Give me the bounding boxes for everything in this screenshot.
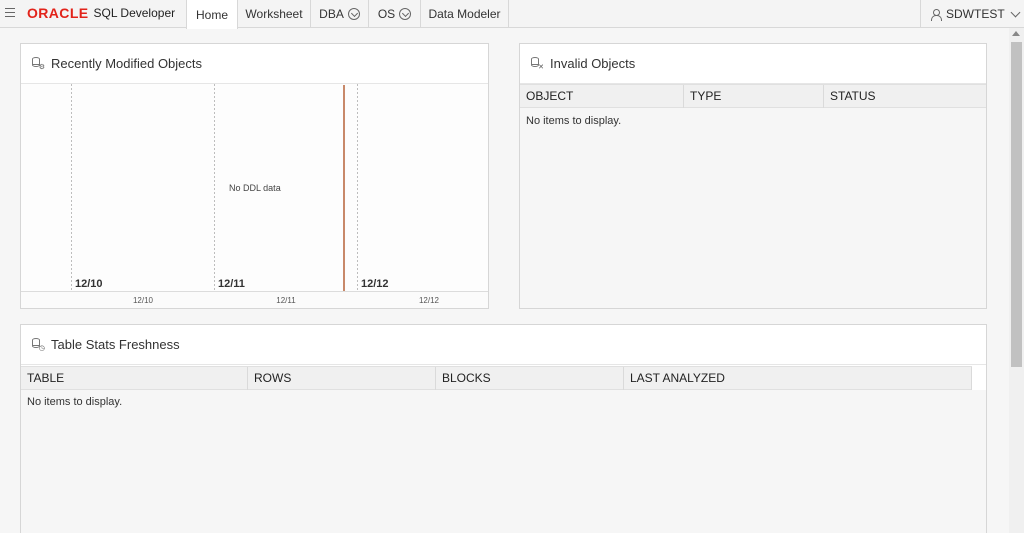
day-label: 12/10 — [75, 278, 103, 290]
column-header-type[interactable]: TYPE — [684, 85, 824, 108]
user-name: SDWTEST — [946, 7, 1005, 21]
day-label: 12/11 — [218, 278, 245, 290]
invalid-objects-table-header: OBJECT TYPE STATUS — [520, 84, 986, 108]
ddl-timeline-svg: No DDL data 12/10 12/11 12/12 12/10 12/1… — [21, 84, 488, 308]
tab-home-label: Home — [195, 7, 228, 22]
page-scrollbar[interactable] — [1009, 28, 1024, 533]
tab-data-modeler-label: Data Modeler — [428, 7, 501, 21]
invalid-objects-table-body: No items to display. — [520, 108, 986, 308]
panel-header: ⚙ Recently Modified Objects — [21, 44, 488, 84]
column-header-label: TYPE — [690, 89, 722, 103]
scroll-up-arrow-icon[interactable] — [1012, 31, 1020, 36]
database-icon: ✕ — [531, 57, 544, 71]
product-name: SQL Developer — [93, 6, 176, 20]
table-stats-freshness-panel: ◷ Table Stats Freshness TABLE ROWS BLOCK… — [20, 324, 987, 533]
column-header-label: ROWS — [254, 371, 292, 385]
axis-tick-label: 12/11 — [276, 296, 296, 305]
column-header-blocks[interactable]: BLOCKS — [436, 367, 624, 390]
column-header-label: OBJECT — [526, 89, 574, 103]
user-icon — [930, 8, 942, 21]
brand-name: ORACLE — [27, 5, 89, 21]
column-header-last-analyzed[interactable]: LAST ANALYZED — [624, 367, 972, 390]
tab-worksheet[interactable]: Worksheet — [238, 0, 311, 28]
tab-dba[interactable]: DBA — [311, 0, 369, 28]
menu-icon[interactable] — [5, 8, 15, 17]
tab-os[interactable]: OS — [369, 0, 421, 28]
panel-title: Table Stats Freshness — [51, 337, 180, 352]
panel-title: Invalid Objects — [550, 56, 636, 71]
column-header-label: LAST ANALYZED — [630, 371, 725, 385]
table-stats-table-header: TABLE ROWS BLOCKS LAST ANALYZED — [21, 366, 972, 390]
chevron-down-icon — [399, 8, 412, 20]
database-icon: ⚙ — [32, 57, 45, 71]
recently-modified-objects-panel: ⚙ Recently Modified Objects No DDL data … — [20, 43, 489, 309]
empty-message: No items to display. — [526, 115, 622, 127]
panel-header: ✕ Invalid Objects — [520, 44, 986, 84]
day-label: 12/12 — [361, 278, 389, 290]
tab-home[interactable]: Home — [186, 0, 238, 29]
table-stats-table-body: No items to display. — [21, 390, 986, 533]
axis-tick-label: 12/10 — [133, 296, 154, 305]
column-header-table[interactable]: TABLE — [21, 367, 248, 390]
panel-title: Recently Modified Objects — [51, 56, 203, 71]
column-header-label: TABLE — [27, 371, 65, 385]
tab-dba-label: DBA — [319, 7, 344, 21]
column-header-label: STATUS — [830, 89, 876, 103]
no-ddl-data-label: No DDL data — [229, 183, 281, 193]
column-header-status[interactable]: STATUS — [824, 85, 986, 108]
database-icon: ◷ — [32, 338, 45, 352]
column-header-label: BLOCKS — [442, 371, 491, 385]
chevron-down-icon — [347, 8, 360, 20]
tab-worksheet-label: Worksheet — [245, 7, 303, 21]
user-menu[interactable]: SDWTEST — [920, 0, 1024, 28]
app-logo: ORACLE SQL Developer — [27, 5, 175, 21]
axis-tick-label: 12/12 — [419, 296, 440, 305]
tab-data-modeler[interactable]: Data Modeler — [421, 0, 509, 28]
column-header-rows[interactable]: ROWS — [248, 367, 436, 390]
tab-os-label: OS — [377, 7, 396, 21]
ddl-timeline-chart: No DDL data 12/10 12/11 12/12 12/10 12/1… — [21, 84, 488, 308]
panel-header: ◷ Table Stats Freshness — [21, 325, 986, 365]
chevron-down-icon — [1010, 7, 1021, 17]
empty-message: No items to display. — [27, 396, 123, 408]
invalid-objects-panel: ✕ Invalid Objects OBJECT TYPE STATUS No … — [519, 43, 987, 309]
scrollbar-thumb[interactable] — [1011, 42, 1022, 367]
column-header-object[interactable]: OBJECT — [520, 85, 684, 108]
axis-band — [21, 292, 488, 308]
top-navigation-bar: ORACLE SQL Developer Home Worksheet DBA … — [0, 0, 1024, 29]
